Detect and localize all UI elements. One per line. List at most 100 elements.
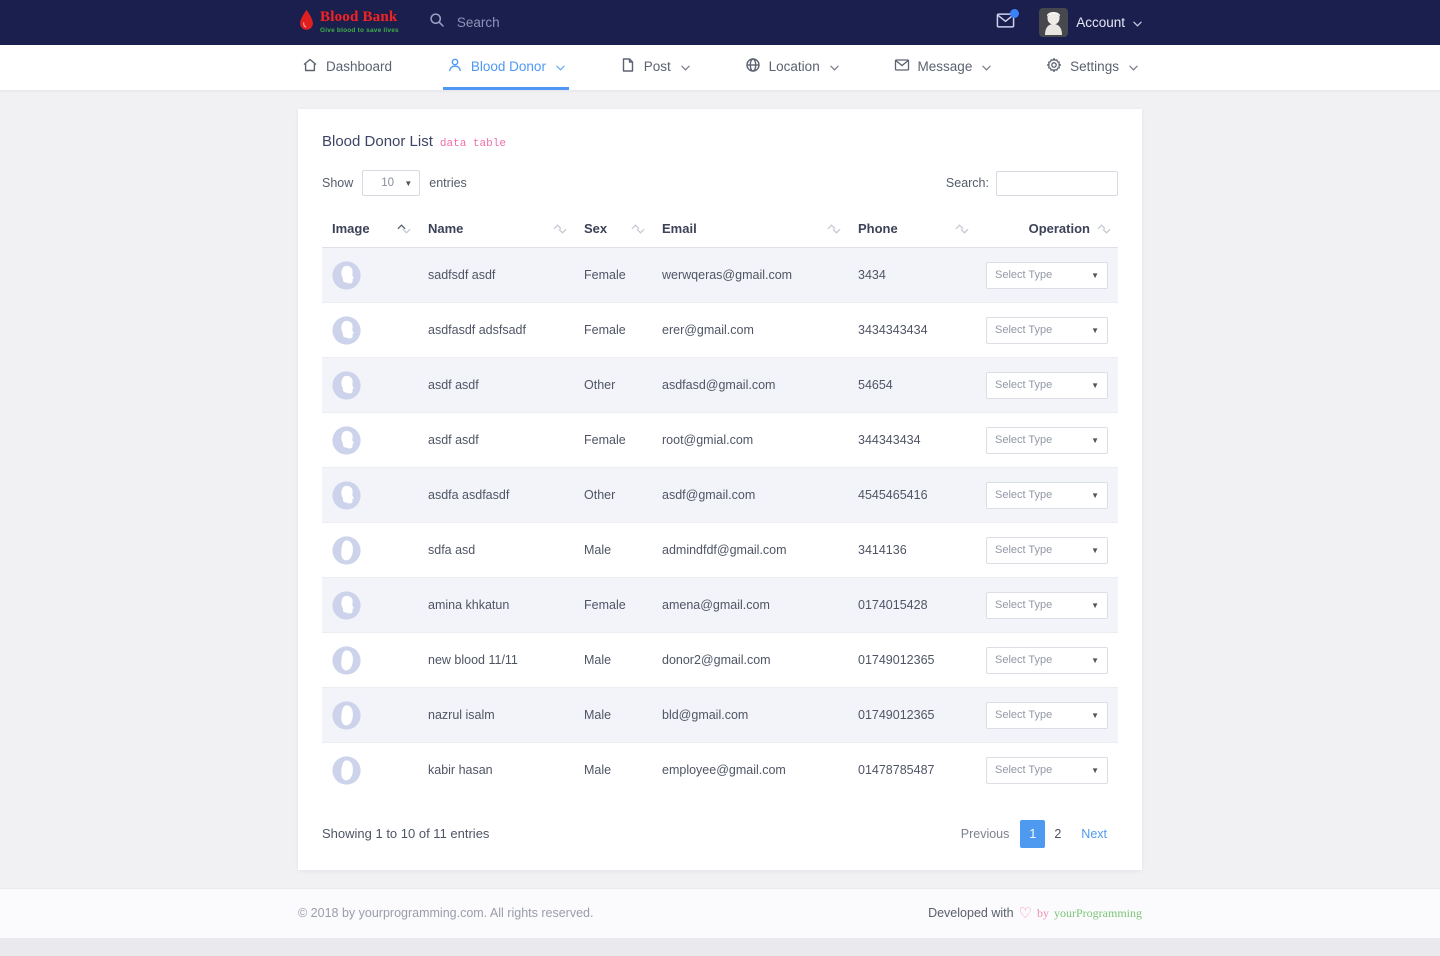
topbar: Blood Bank Give blood to save lives [0, 0, 1440, 45]
donor-avatar [332, 426, 361, 455]
table-search-label: Search: [946, 176, 989, 190]
nav-label: Blood Donor [471, 59, 546, 74]
page-length-control: Show 10 ▼ entries [322, 170, 467, 196]
select-caret-icon: ▼ [1091, 656, 1099, 665]
donor-email: employee@gmail.com [652, 743, 848, 798]
table-row: sadfsdf asdf Female werwqeras@gmail.com … [322, 248, 1118, 303]
donor-sex: Male [574, 743, 652, 798]
select-caret-icon: ▼ [1091, 491, 1099, 500]
sort-icons [553, 224, 567, 234]
title-badge: data table [440, 138, 506, 150]
column-header-sex[interactable]: Sex [574, 212, 652, 248]
account-menu[interactable]: Account [1039, 8, 1142, 37]
globe-icon [745, 57, 761, 76]
select-caret-icon: ▼ [1091, 436, 1099, 445]
main-nav: Dashboard Blood Donor Post [0, 45, 1440, 91]
nav-item-settings[interactable]: Settings [1042, 45, 1142, 90]
operation-select[interactable]: Select Type▼ [986, 482, 1108, 509]
nav-item-blood-donor[interactable]: Blood Donor [443, 45, 569, 90]
table-row: amina khkatun Female amena@gmail.com 017… [322, 578, 1118, 633]
donor-name: asdfasdf adsfsadf [418, 303, 574, 358]
table-row: asdfa asdfasdf Other asdf@gmail.com 4545… [322, 468, 1118, 523]
donor-sex: Female [574, 303, 652, 358]
user-icon [447, 57, 463, 76]
logo[interactable]: Blood Bank Give blood to save lives [298, 8, 399, 38]
nav-item-post[interactable]: Post [616, 45, 694, 90]
account-label: Account [1076, 15, 1125, 30]
heart-icon: ♡ [1019, 906, 1032, 921]
donor-email: asdfasd@gmail.com [652, 358, 848, 413]
nav-item-location[interactable]: Location [741, 45, 843, 90]
donor-phone: 3434343434 [848, 303, 976, 358]
donor-sex: Male [574, 523, 652, 578]
topbar-search-input[interactable] [457, 15, 677, 30]
donor-sex: Female [574, 578, 652, 633]
nav-label: Settings [1070, 59, 1119, 74]
operation-select[interactable]: Select Type▼ [986, 757, 1108, 784]
donor-email: donor2@gmail.com [652, 633, 848, 688]
donor-name: asdfa asdfasdf [418, 468, 574, 523]
blood-drop-icon [298, 8, 315, 38]
pagination-next[interactable]: Next [1070, 820, 1118, 848]
pagination-page-1[interactable]: 1 [1020, 820, 1045, 848]
donor-phone: 01478785487 [848, 743, 976, 798]
operation-select[interactable]: Select Type▼ [986, 427, 1108, 454]
entries-label: entries [429, 176, 467, 190]
operation-select[interactable]: Select Type▼ [986, 592, 1108, 619]
column-header-name[interactable]: Name [418, 212, 574, 248]
donor-avatar [332, 591, 361, 620]
operation-select[interactable]: Select Type▼ [986, 702, 1108, 729]
select-caret-icon: ▼ [1091, 326, 1099, 335]
donor-sex: Male [574, 688, 652, 743]
column-header-image[interactable]: Image [322, 212, 418, 248]
operation-select[interactable]: Select Type▼ [986, 262, 1108, 289]
donor-name: amina khkatun [418, 578, 574, 633]
mail-button[interactable] [996, 13, 1015, 33]
topbar-search [429, 12, 677, 33]
operation-select[interactable]: Select Type▼ [986, 647, 1108, 674]
donor-email: admindfdf@gmail.com [652, 523, 848, 578]
donor-phone: 01749012365 [848, 633, 976, 688]
donor-email: werwqeras@gmail.com [652, 248, 848, 303]
donor-email: bld@gmail.com [652, 688, 848, 743]
nav-item-message[interactable]: Message [890, 45, 996, 90]
account-avatar [1039, 8, 1068, 37]
nav-item-dashboard[interactable]: Dashboard [298, 45, 396, 90]
nav-label: Message [918, 59, 973, 74]
show-label: Show [322, 176, 353, 190]
sort-icons [397, 224, 411, 234]
operation-select[interactable]: Select Type▼ [986, 317, 1108, 344]
donor-phone: 3434 [848, 248, 976, 303]
nav-label: Post [644, 59, 671, 74]
donor-sex: Female [574, 413, 652, 468]
donor-avatar [332, 701, 361, 730]
copyright-text: © 2018 by yourprogramming.com. All right… [298, 906, 593, 920]
table-row: asdf asdf Female root@gmial.com 34434343… [322, 413, 1118, 468]
donor-avatar [332, 261, 361, 290]
operation-select[interactable]: Select Type▼ [986, 372, 1108, 399]
select-caret-icon: ▼ [1091, 766, 1099, 775]
table-row: new blood 11/11 Male donor2@gmail.com 01… [322, 633, 1118, 688]
column-header-email[interactable]: Email [652, 212, 848, 248]
nav-label: Dashboard [326, 59, 392, 74]
pagination-page-2[interactable]: 2 [1045, 820, 1070, 848]
donor-email: amena@gmail.com [652, 578, 848, 633]
table-search-input[interactable] [996, 171, 1118, 196]
page-length-value: 10 [381, 177, 394, 189]
donor-avatar [332, 371, 361, 400]
operation-select[interactable]: Select Type▼ [986, 537, 1108, 564]
donor-avatar [332, 316, 361, 345]
donor-phone: 4545465416 [848, 468, 976, 523]
page-title: Blood Donor List [322, 133, 433, 150]
page-length-select[interactable]: 10 ▼ [362, 170, 420, 196]
gear-icon [1046, 57, 1062, 76]
table-row: asdfasdf adsfsadf Female erer@gmail.com … [322, 303, 1118, 358]
brand-link[interactable]: yourProgramming [1054, 906, 1142, 921]
bottom-strip [0, 938, 1440, 956]
donor-avatar [332, 481, 361, 510]
column-header-operation[interactable]: Operation [976, 212, 1118, 248]
table-row: nazrul isalm Male bld@gmail.com 01749012… [322, 688, 1118, 743]
donor-email: root@gmial.com [652, 413, 848, 468]
column-header-phone[interactable]: Phone [848, 212, 976, 248]
pagination-previous[interactable]: Previous [950, 820, 1021, 848]
